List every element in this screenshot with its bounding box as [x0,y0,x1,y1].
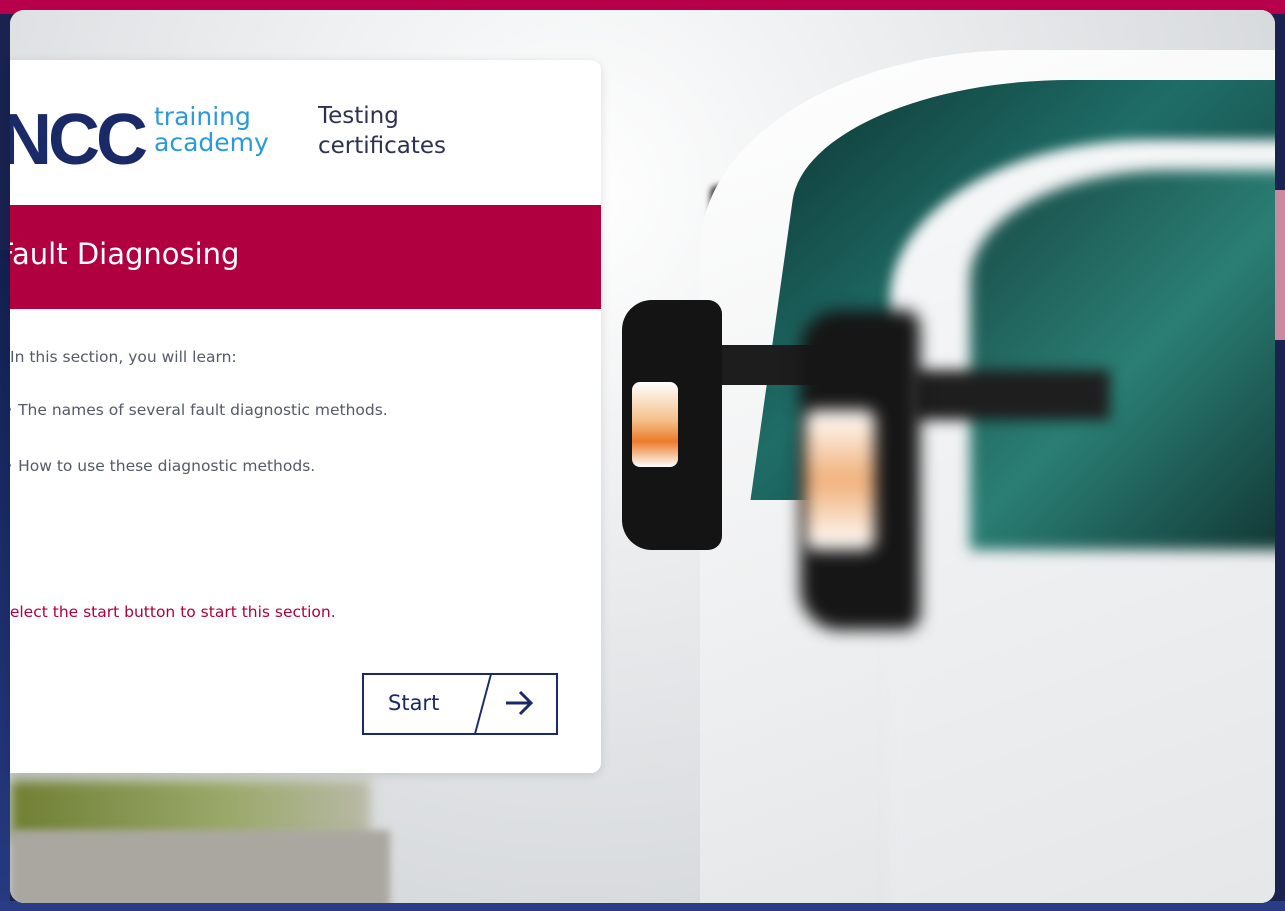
photo-mirror-arm-blurred [910,370,1110,420]
logo-academy-text: academy [154,128,269,157]
start-button-divider [473,673,493,735]
product-name-line1: Testing [318,103,399,129]
ncc-training-academy-logo: NCC training academy Testing certificate… [10,90,601,190]
learning-point-1: • The names of several fault diagnostic … [10,401,388,419]
learning-point-1-text: The names of several fault diagnostic me… [18,401,388,419]
arrow-right-icon [502,686,536,724]
section-intro-card: NCC training academy Testing certificate… [10,60,601,773]
start-instruction: Select the start button to start this se… [10,603,336,621]
photo-indicator-lamp-blurred [805,410,875,550]
logo-training-text: training [154,102,251,131]
photo-road [10,830,390,903]
section-title: Fault Diagnosing [10,237,240,271]
start-button-label: Start [388,691,440,715]
start-button[interactable]: Start [362,673,558,735]
photo-van-front-window [970,170,1275,550]
section-title-banner: Fault Diagnosing [10,205,601,309]
learning-point-2-text: How to use these diagnostic methods. [18,457,316,475]
logo-brand-text: NCC [10,100,148,180]
intro-text: In this section, you will learn: [10,348,237,366]
photo-indicator-lamp [632,382,678,467]
learning-point-2: • How to use these diagnostic methods. [10,457,315,475]
product-name-line2: certificates [318,133,447,159]
left-edge-decoration [0,250,10,911]
